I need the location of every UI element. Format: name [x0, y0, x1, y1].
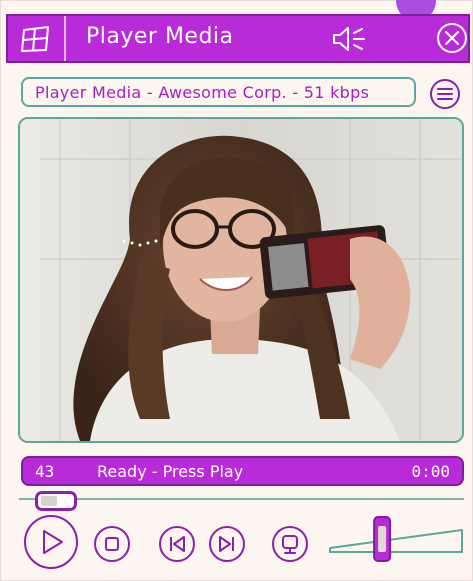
volume-track	[329, 529, 463, 553]
stop-button[interactable]	[93, 525, 131, 567]
stop-icon	[94, 526, 130, 562]
volume-thumb[interactable]	[373, 516, 392, 562]
monitor-icon	[272, 526, 308, 562]
media-player-window: Player Media Player Media - Awesome Corp…	[0, 0, 473, 581]
play-button[interactable]	[23, 514, 79, 574]
skip-back-icon	[159, 526, 195, 562]
track-number: 43	[35, 462, 55, 481]
speaker-icon[interactable]	[330, 24, 370, 58]
seek-slider[interactable]	[19, 489, 464, 511]
menu-icon[interactable]	[429, 78, 461, 110]
windows-logo-icon[interactable]	[8, 16, 66, 61]
visualizer-button[interactable]	[271, 525, 309, 567]
now-playing-text: Player Media - Awesome Corp. - 51 kbps	[35, 83, 370, 102]
previous-button[interactable]	[158, 525, 196, 567]
status-message: Ready - Press Play	[97, 462, 244, 481]
elapsed-time: 0:00	[411, 462, 450, 481]
now-playing-bar: Player Media - Awesome Corp. - 51 kbps	[21, 77, 416, 107]
play-icon	[24, 515, 78, 569]
seek-thumb[interactable]	[35, 491, 77, 511]
title-bar[interactable]: Player Media	[6, 14, 470, 63]
seek-track	[19, 498, 464, 500]
volume-slider[interactable]	[328, 516, 464, 564]
window-title: Player Media	[86, 24, 234, 49]
video-frame-image	[20, 119, 462, 441]
status-bar: 43 Ready - Press Play 0:00	[21, 456, 464, 486]
close-icon[interactable]	[436, 22, 468, 58]
next-button[interactable]	[208, 525, 246, 567]
video-display[interactable]	[18, 117, 464, 443]
skip-forward-icon	[209, 526, 245, 562]
